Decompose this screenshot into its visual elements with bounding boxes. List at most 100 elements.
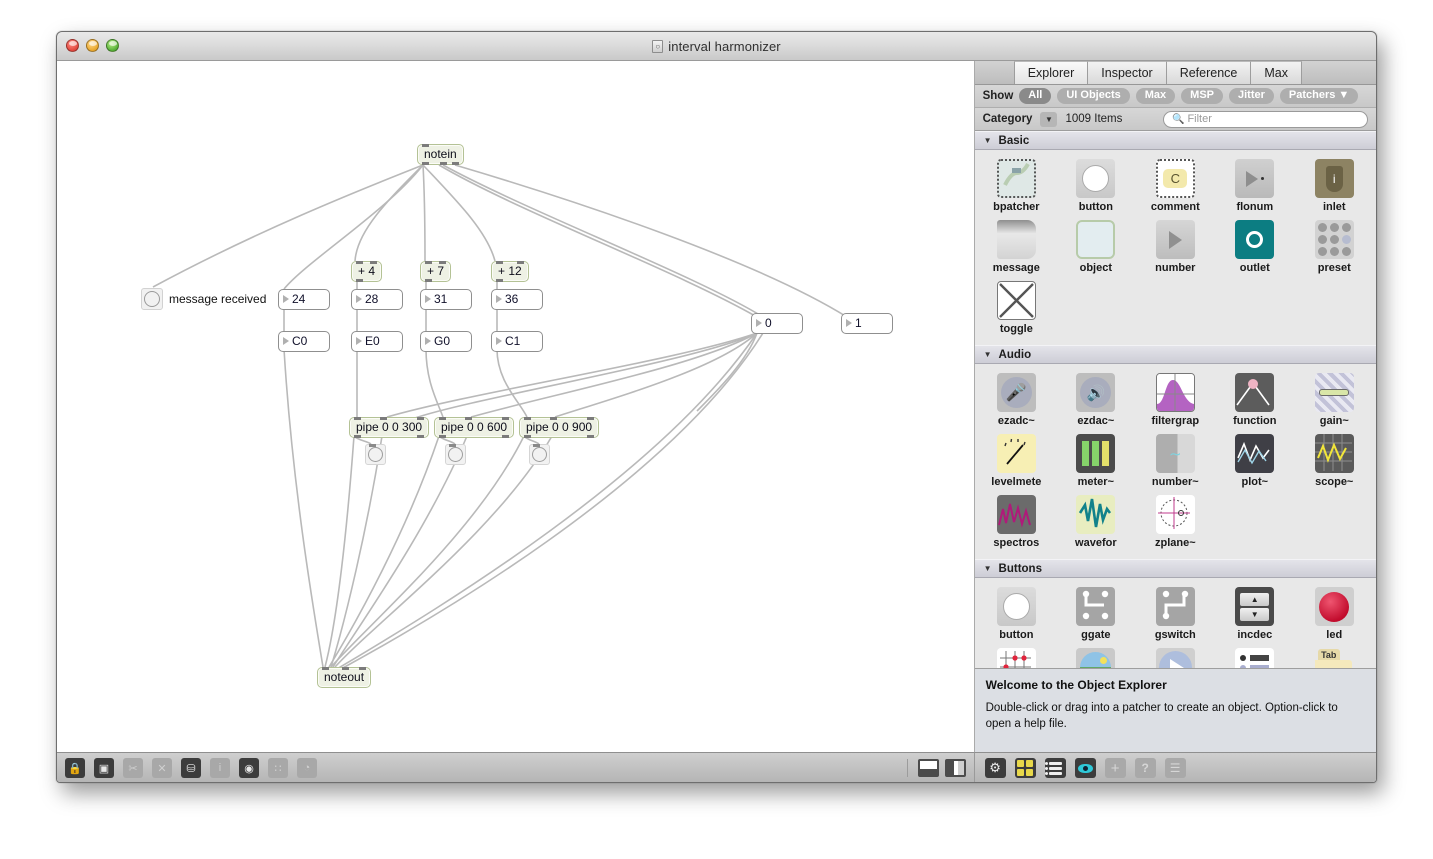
object-item-ggate[interactable]: ggate [1056, 584, 1135, 643]
new-object-icon[interactable]: ▣ [94, 758, 114, 778]
object-item-gain[interactable]: gain~ [1295, 370, 1374, 429]
number-box-velocity[interactable]: 0 [751, 313, 803, 334]
object-item-button[interactable]: button [1056, 156, 1135, 215]
number-box-24[interactable]: 24 [278, 289, 330, 310]
object-item-playbar[interactable]: playbar [1136, 645, 1215, 668]
object-item-meter[interactable]: meter~ [1056, 431, 1135, 490]
object-item-pictctrl[interactable]: pictctrl [1056, 645, 1135, 668]
object-item-matrixctrl[interactable]: matrixctrl [977, 645, 1056, 668]
search-input[interactable]: 🔍 Filter [1163, 110, 1368, 128]
object-item-tab[interactable]: Tab tab [1295, 645, 1374, 668]
bang-message-received[interactable] [141, 288, 163, 310]
number-box-channel[interactable]: 1 [841, 313, 893, 334]
menu-icon[interactable]: ☰ [1164, 758, 1186, 778]
grid-view-icon[interactable] [1014, 758, 1036, 778]
tab-explorer[interactable]: Explorer [1013, 61, 1088, 84]
section-header-audio[interactable]: ▼ Audio [974, 345, 1376, 364]
object-item-ezadc[interactable]: 🎤 ezadc~ [977, 370, 1056, 429]
object-item-number-tilde[interactable]: ∼ number~ [1136, 431, 1215, 490]
note-box-c1[interactable]: C1 [491, 331, 543, 352]
section-header-basic[interactable]: ▼ Basic [974, 131, 1376, 150]
object-item-ezdac[interactable]: 🔊 ezdac~ [1056, 370, 1135, 429]
object-item-outlet[interactable]: outlet [1215, 217, 1294, 276]
help-icon[interactable]: ? [1134, 758, 1156, 778]
bang-pipe-600[interactable] [445, 444, 466, 465]
list-view-icon[interactable] [1044, 758, 1066, 778]
object-item-zplane[interactable]: zplane~ [1136, 492, 1215, 551]
filter-msp[interactable]: MSP [1181, 88, 1223, 104]
object-item-function[interactable]: function [1215, 370, 1294, 429]
filter-jitter[interactable]: Jitter [1229, 88, 1274, 104]
tab-max[interactable]: Max [1250, 61, 1302, 84]
note-box-e0[interactable]: E0 [351, 331, 403, 352]
grid-icon[interactable]: ∷ [268, 758, 288, 778]
object-pipe-900[interactable]: pipe 0 0 900 [519, 417, 600, 438]
filter-patchers[interactable]: Patchers ▼ [1279, 88, 1359, 104]
note-box-c0[interactable]: C0 [278, 331, 330, 352]
object-item-object[interactable]: object [1056, 217, 1135, 276]
debug-icon[interactable]: ◔ [297, 758, 317, 778]
object-item-waveform[interactable]: wavefor [1056, 492, 1135, 551]
object-item-radiogroup[interactable]: radiogro [1215, 645, 1294, 668]
object-item-flonum[interactable]: flonum [1215, 156, 1294, 215]
filter-max[interactable]: Max [1135, 88, 1176, 104]
lock-icon[interactable]: 🔒 [65, 758, 85, 778]
object-noteout[interactable]: noteout [317, 667, 372, 688]
object-plus-7[interactable]: + 7 [420, 261, 452, 282]
section-header-buttons[interactable]: ▼ Buttons [974, 559, 1376, 578]
tab-reference[interactable]: Reference [1165, 61, 1251, 84]
screen: ○ interval harmonizer notein + 4 + 7 + 1… [0, 0, 1433, 859]
tools-icon[interactable]: ✂ [123, 758, 143, 778]
filter-all[interactable]: All [1019, 88, 1052, 104]
note-box-g0[interactable]: G0 [420, 331, 472, 352]
chevron-down-icon[interactable]: ▼ [1040, 111, 1058, 127]
object-item-preset[interactable]: preset [1295, 217, 1374, 276]
object-item-comment[interactable]: C comment [1136, 156, 1215, 215]
number-box-36[interactable]: 36 [491, 289, 543, 310]
item-label: ezdac~ [1077, 415, 1115, 427]
object-explorer-list[interactable]: ▼ Basic bpatcher button C comment flonum… [974, 131, 1376, 668]
bottom-pane-toggle[interactable] [918, 759, 939, 777]
object-item-plot[interactable]: plot~ [1215, 431, 1294, 490]
object-item-bpatcher[interactable]: bpatcher [977, 156, 1056, 215]
presentation-icon[interactable]: ⛁ [181, 758, 201, 778]
inspector-icon[interactable]: ◉ [239, 758, 259, 778]
item-label: led [1326, 629, 1343, 641]
object-item-button2[interactable]: button [977, 584, 1056, 643]
delete-icon[interactable]: ✕ [152, 758, 172, 778]
gear-icon[interactable]: ⚙ [984, 758, 1006, 778]
triangle-icon [496, 295, 502, 303]
item-label: ggate [1081, 629, 1111, 641]
object-pipe-600[interactable]: pipe 0 0 600 [434, 417, 515, 438]
object-plus-12[interactable]: + 12 [491, 261, 529, 282]
object-item-number[interactable]: number [1136, 217, 1215, 276]
object-pipe-300[interactable]: pipe 0 0 300 [349, 417, 430, 438]
filter-ui-objects[interactable]: UI Objects [1057, 88, 1130, 104]
object-item-spectroscope[interactable]: spectros [977, 492, 1056, 551]
page-title: interval harmonizer [668, 39, 781, 54]
object-item-gswitch[interactable]: gswitch [1136, 584, 1215, 643]
side-pane-toggle[interactable] [945, 759, 966, 777]
show-filter-bar: Show All UI Objects Max MSP Jitter Patch… [974, 85, 1376, 108]
object-notein[interactable]: notein [417, 144, 464, 165]
bang-pipe-300[interactable] [365, 444, 386, 465]
info-icon[interactable]: i [210, 758, 230, 778]
patcher-canvas[interactable]: notein + 4 + 7 + 12 24 28 31 36 C0 E0 G0… [57, 61, 975, 752]
object-item-levelmeter[interactable]: levelmete [977, 431, 1056, 490]
comment-message-received: message received [169, 292, 267, 306]
number-box-28[interactable]: 28 [351, 289, 403, 310]
number-value: 1 [855, 316, 862, 330]
eye-icon[interactable] [1074, 758, 1096, 778]
object-item-inlet[interactable]: i inlet [1295, 156, 1374, 215]
bang-pipe-900[interactable] [529, 444, 550, 465]
object-item-message[interactable]: message [977, 217, 1056, 276]
number-box-31[interactable]: 31 [420, 289, 472, 310]
object-item-led[interactable]: led [1295, 584, 1374, 643]
add-icon[interactable]: + [1104, 758, 1126, 778]
object-item-toggle[interactable]: toggle [977, 278, 1056, 337]
object-item-filtergraph[interactable]: filtergrap [1136, 370, 1215, 429]
object-plus-4[interactable]: + 4 [351, 261, 383, 282]
object-item-incdec[interactable]: ▲ ▼ incdec [1215, 584, 1294, 643]
tab-inspector[interactable]: Inspector [1087, 61, 1166, 84]
object-item-scope[interactable]: scope~ [1295, 431, 1374, 490]
